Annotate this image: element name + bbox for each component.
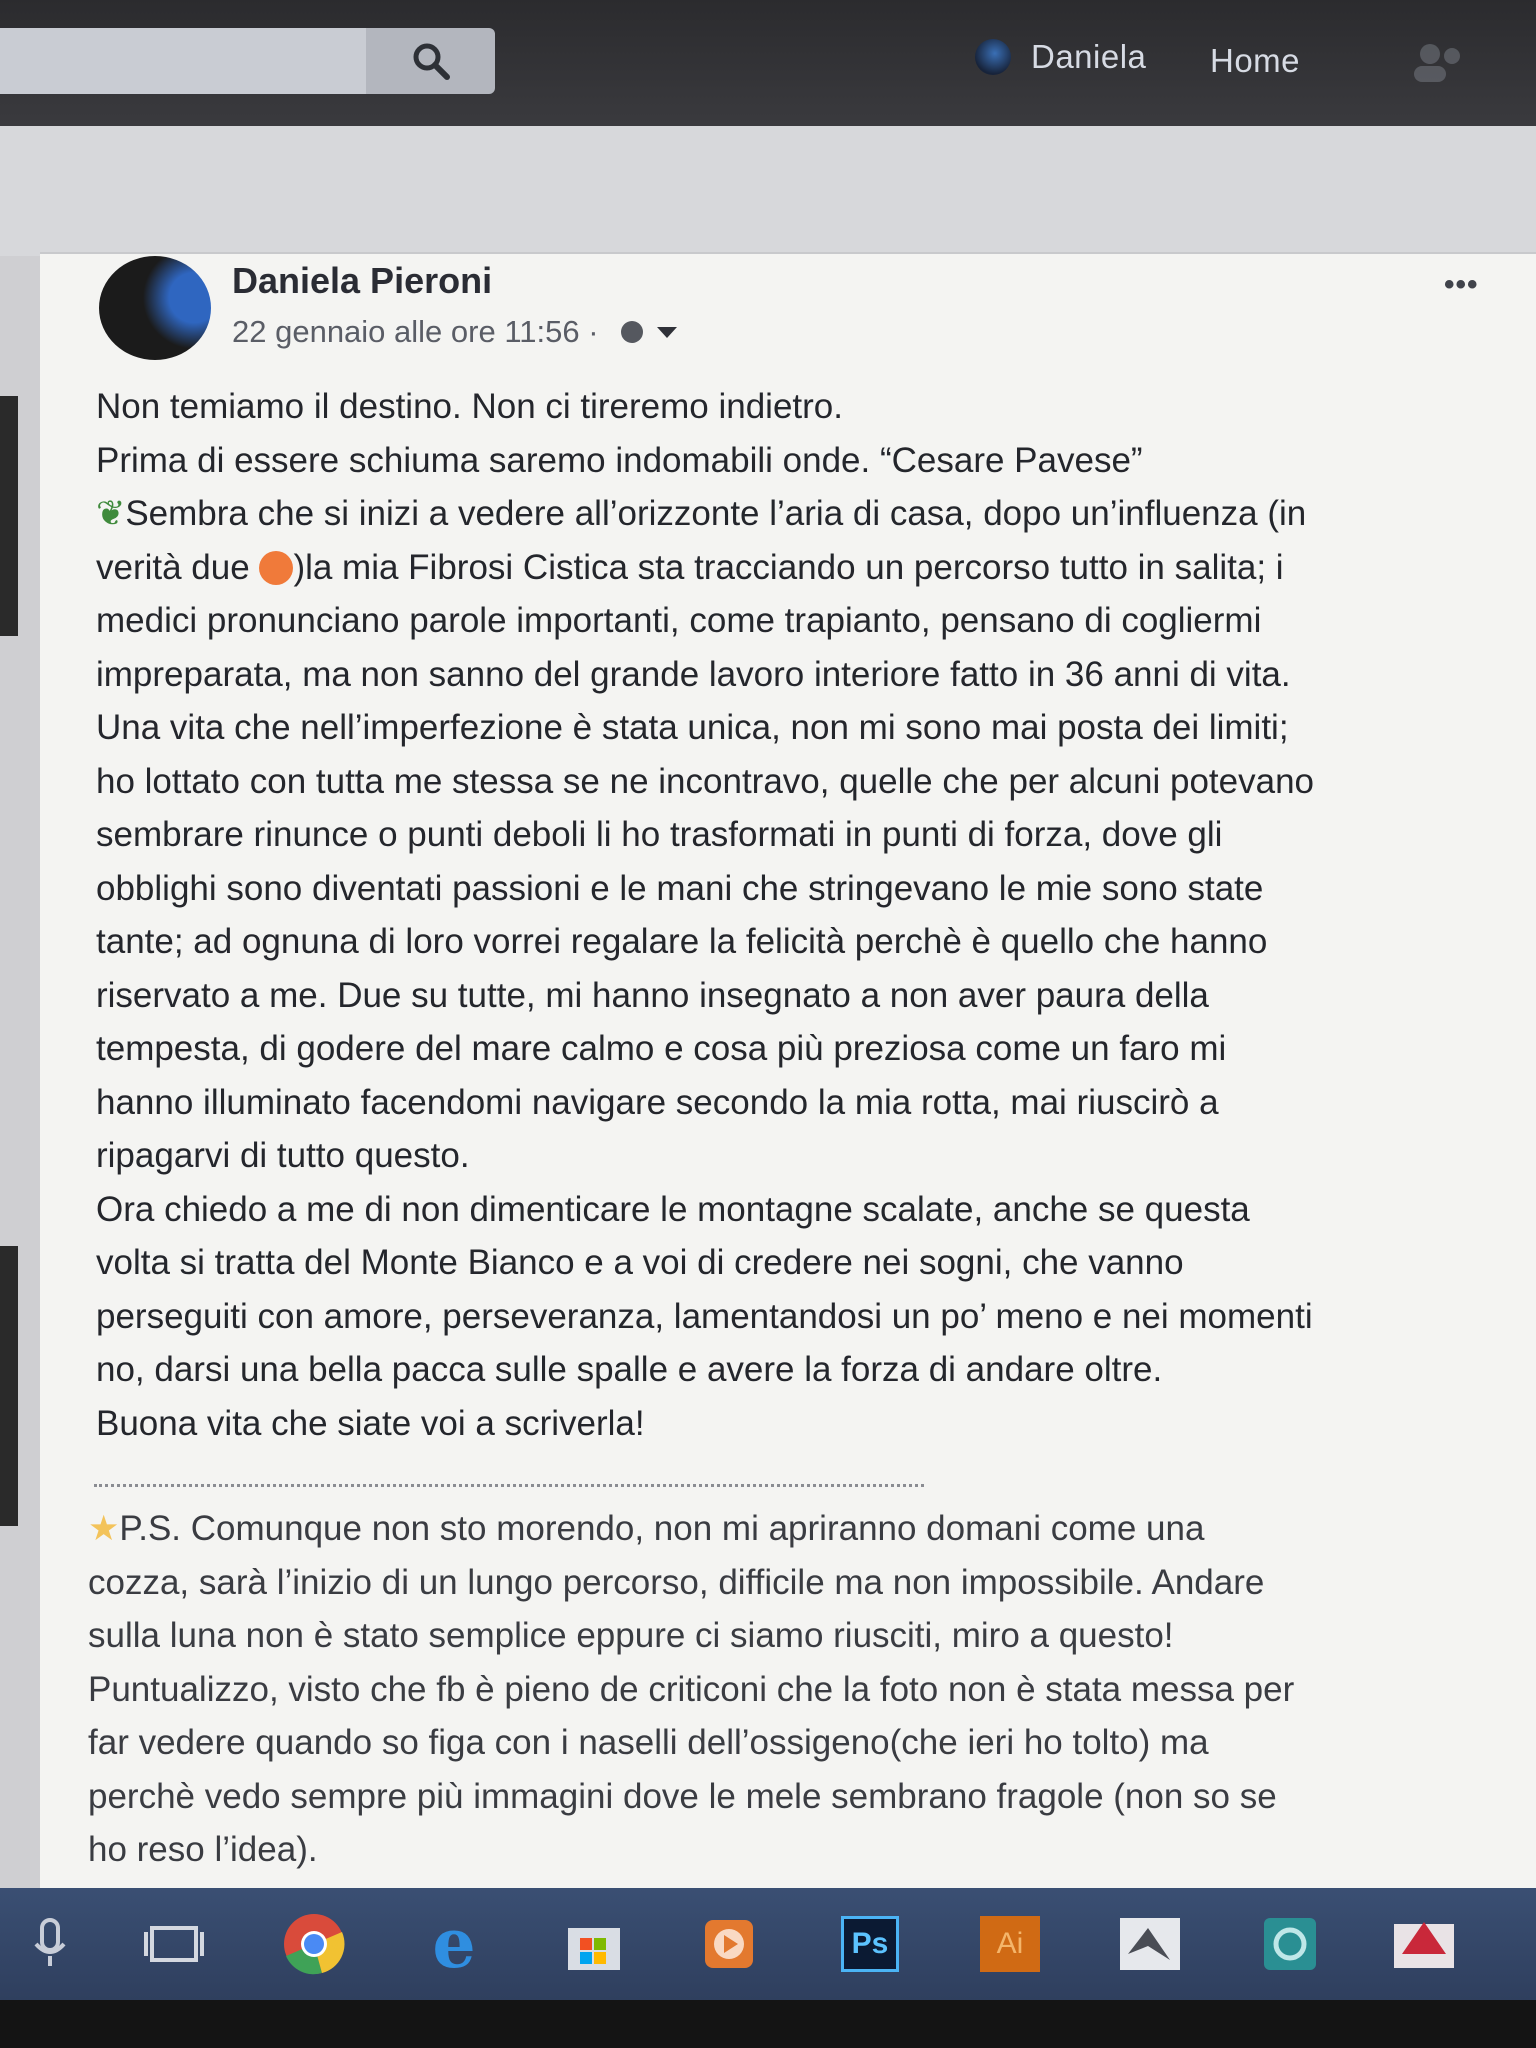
left-column-edge — [0, 256, 40, 1888]
post-line: obblighi sono diventati passioni e le ma… — [96, 868, 1264, 908]
taskbar-photoshop[interactable]: Ps — [836, 1910, 904, 1978]
taskbar-edge[interactable]: e — [420, 1910, 488, 1978]
taskbar-store[interactable] — [560, 1910, 628, 1978]
cover-area — [0, 126, 1536, 256]
post-line: ❦Sembra che si inizi a vedere all’orizzo… — [96, 487, 1516, 541]
post-line-text: verità due — [96, 547, 260, 587]
author-name[interactable]: Daniela Pieroni — [232, 260, 492, 302]
store-icon — [568, 1928, 620, 1970]
post-ps-text: ★P.S. Comunque non sto morendo, non mi a… — [88, 1502, 1518, 1877]
post-meta: 22 gennaio alle ore 11:56 · — [232, 314, 677, 350]
taskbar-task-view[interactable] — [140, 1910, 208, 1978]
post-line: impreparata, ma non sanno del grande lav… — [96, 654, 1291, 694]
illustrator-icon: Ai — [980, 1916, 1040, 1972]
post-line: far vedere quando so figa con i naselli … — [88, 1723, 1209, 1762]
post-line: ripagarvi di tutto questo. — [96, 1136, 470, 1175]
search-button[interactable] — [366, 28, 495, 94]
search-input[interactable] — [0, 28, 366, 94]
nav-home-link[interactable]: Home — [1210, 42, 1300, 80]
post-line-text: P.S. Comunque non sto morendo, non mi ap… — [119, 1509, 1205, 1548]
nav-avatar — [975, 39, 1011, 75]
taskbar-media-player[interactable] — [695, 1910, 763, 1978]
post-line-text: )la mia Fibrosi Cistica sta tracciando u… — [293, 547, 1284, 587]
taskbar-app-9[interactable] — [1256, 1910, 1324, 1978]
taskbar-app-8[interactable] — [1116, 1910, 1184, 1978]
taskbar-app-10[interactable] — [1390, 1910, 1458, 1978]
post-line: ★P.S. Comunque non sto morendo, non mi a… — [88, 1502, 1518, 1556]
app-icon — [1264, 1918, 1316, 1970]
tongue-face-emoji-icon — [259, 550, 294, 585]
post-line: Non temiamo il destino. Non ci tireremo … — [96, 387, 843, 426]
post-line: cozza, sarà l’inizio di un lungo percors… — [88, 1562, 1265, 1602]
post-line: tante; ad ognuna di loro vorrei regalare… — [96, 922, 1268, 961]
seedling-icon: ❦ — [96, 494, 126, 533]
task-view-icon — [144, 1926, 204, 1962]
search-icon — [413, 43, 450, 80]
photoshop-icon: Ps — [841, 1916, 899, 1972]
illustrator-label: Ai — [996, 1927, 1024, 1960]
nav-user-name: Daniela — [1031, 38, 1147, 75]
post-line: no, darsi una bella pacca sulle spalle e… — [96, 1350, 1163, 1389]
post-card: Daniela Pieroni 22 gennaio alle ore 11:5… — [40, 252, 1536, 1890]
nav-profile-link[interactable]: Daniela — [975, 38, 1146, 76]
top-nav-bar: Daniela Home — [0, 0, 1536, 126]
taskbar-chrome[interactable] — [280, 1910, 348, 1978]
post-line-text: Sembra che si inizi a vedere all’orizzon… — [125, 494, 1307, 533]
left-photo-thumbnail — [0, 396, 18, 636]
post-line: perchè vedo sempre più immagini dove le … — [88, 1776, 1277, 1816]
post-line: medici pronunciano parole importanti, co… — [96, 601, 1262, 640]
post-line: sembrare rinunce o punti deboli li ho tr… — [96, 815, 1223, 854]
post-line: perseguiti con amore, perseveranza, lame… — [96, 1296, 1313, 1336]
windows-taskbar: e Ps Ai — [0, 1888, 1536, 2000]
search-box — [0, 28, 495, 94]
post-line: Prima di essere schiuma saremo indomabil… — [96, 440, 1143, 480]
post-text: Non temiamo il destino. Non ci tireremo … — [96, 380, 1516, 1450]
post-line: Una vita che nell’imperfezione è stata u… — [96, 708, 1289, 747]
post-line: verità due )la mia Fibrosi Cistica sta t… — [96, 541, 1516, 595]
app-icon — [1120, 1918, 1180, 1970]
audience-dropdown-icon[interactable] — [656, 326, 677, 338]
microphone-icon — [34, 1918, 66, 1966]
dotted-divider — [94, 1484, 924, 1487]
taskbar-illustrator[interactable]: Ai — [976, 1910, 1044, 1978]
post-line: sulla luna non è stato semplice eppure c… — [88, 1616, 1174, 1655]
monitor-bezel — [0, 2000, 1536, 2048]
post-line: ho reso l’idea). — [88, 1830, 318, 1869]
app-icon — [1394, 1922, 1454, 1968]
post-options-button[interactable]: ••• — [1444, 268, 1479, 302]
edge-icon: e — [432, 1904, 476, 1984]
chrome-icon — [284, 1914, 345, 1975]
photoshop-label: Ps — [851, 1927, 889, 1960]
globe-icon — [620, 321, 643, 343]
left-photo-thumbnail — [0, 1246, 18, 1526]
post-line: Buona vita che siate voi a scriverla! — [96, 1403, 645, 1443]
post-line: tempesta, di godere del mare calmo e cos… — [96, 1029, 1227, 1068]
post-line: Ora chiedo a me di non dimenticare le mo… — [96, 1189, 1250, 1229]
post-line: Puntualizzo, visto che fb è pieno de cri… — [88, 1669, 1295, 1709]
friend-requests-icon[interactable] — [1410, 40, 1470, 84]
post-line: ho lottato con tutta me stessa se ne inc… — [96, 761, 1314, 801]
post-line: hanno illuminato facendomi navigare seco… — [96, 1082, 1219, 1122]
post-line: volta si tratta del Monte Bianco e a voi… — [96, 1243, 1184, 1282]
taskbar-cortana-mic[interactable] — [16, 1910, 84, 1978]
post-timestamp[interactable]: 22 gennaio alle ore 11:56 · — [232, 314, 599, 350]
star-icon: ★ — [88, 1509, 120, 1548]
author-avatar[interactable] — [99, 256, 211, 360]
media-player-icon — [705, 1920, 753, 1968]
post-line: riservato a me. Due su tutte, mi hanno i… — [96, 975, 1209, 1015]
